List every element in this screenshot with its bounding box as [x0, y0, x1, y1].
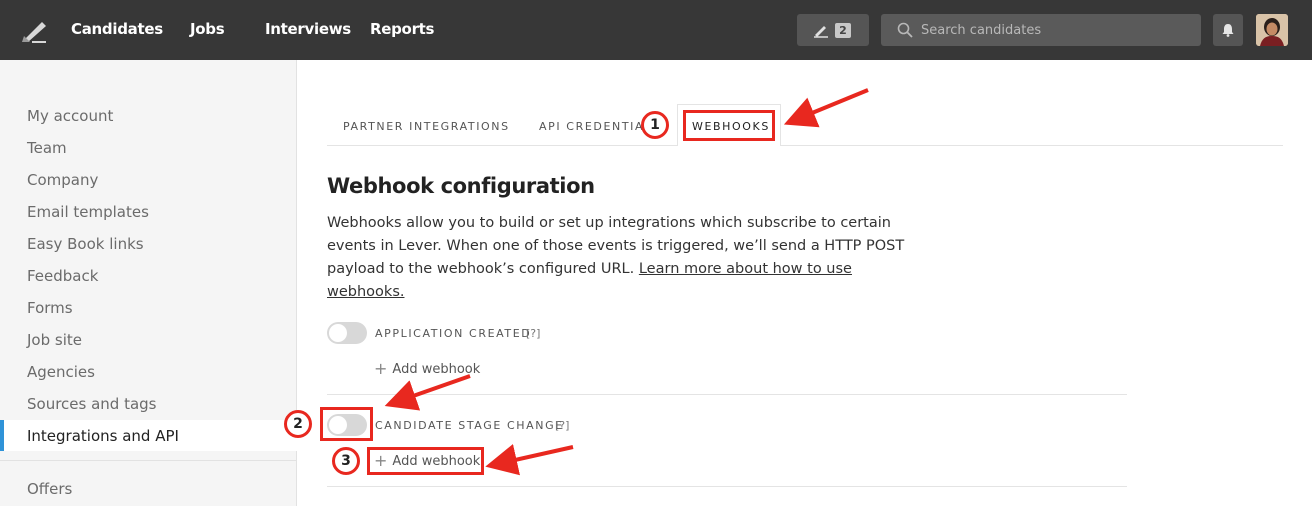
- arrow-to-add-webhook: [485, 444, 574, 476]
- arrow-to-webhooks-tab: [783, 88, 869, 128]
- annotation-arrows: [384, 88, 869, 476]
- arrow-to-toggle: [384, 374, 471, 411]
